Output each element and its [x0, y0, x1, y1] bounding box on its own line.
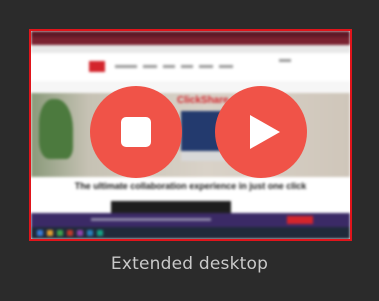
- site-subnav: [31, 81, 350, 93]
- nav-item: [163, 65, 175, 68]
- nav-item: [279, 59, 291, 62]
- taskbar-app-icon: [57, 230, 63, 236]
- nav-item: [115, 65, 137, 68]
- browser-address-bar: [31, 45, 350, 53]
- plant-image: [39, 99, 73, 159]
- nav-item: [181, 65, 193, 68]
- site-tagline: The ultimate collaboration experience in…: [74, 181, 307, 191]
- stop-icon: [121, 117, 151, 147]
- browser-tabs: [31, 31, 350, 37]
- taskbar-app-icon: [87, 230, 93, 236]
- taskbar-app-icon: [67, 230, 73, 236]
- mode-label: Extended desktop: [110, 254, 269, 274]
- taskbar-app-icon: [47, 230, 53, 236]
- extended-desktop-card[interactable]: ClickShare The ultimate collaboration ex…: [0, 0, 379, 301]
- start-sharing-button[interactable]: [215, 86, 307, 178]
- site-logo: [89, 61, 105, 72]
- stop-sharing-button[interactable]: [90, 86, 182, 178]
- taskbar-app-icon: [77, 230, 83, 236]
- start-icon: [37, 230, 43, 236]
- hero-brand-title: ClickShare: [177, 95, 229, 106]
- site-header: [31, 53, 350, 82]
- cookie-banner-text: [91, 218, 211, 221]
- os-taskbar: [31, 227, 350, 239]
- play-icon: [250, 115, 280, 149]
- taskbar-app-icon: [97, 230, 103, 236]
- nav-item: [219, 65, 233, 68]
- nav-item: [199, 65, 213, 68]
- nav-item: [143, 65, 157, 68]
- cookie-accept-button: [287, 216, 313, 224]
